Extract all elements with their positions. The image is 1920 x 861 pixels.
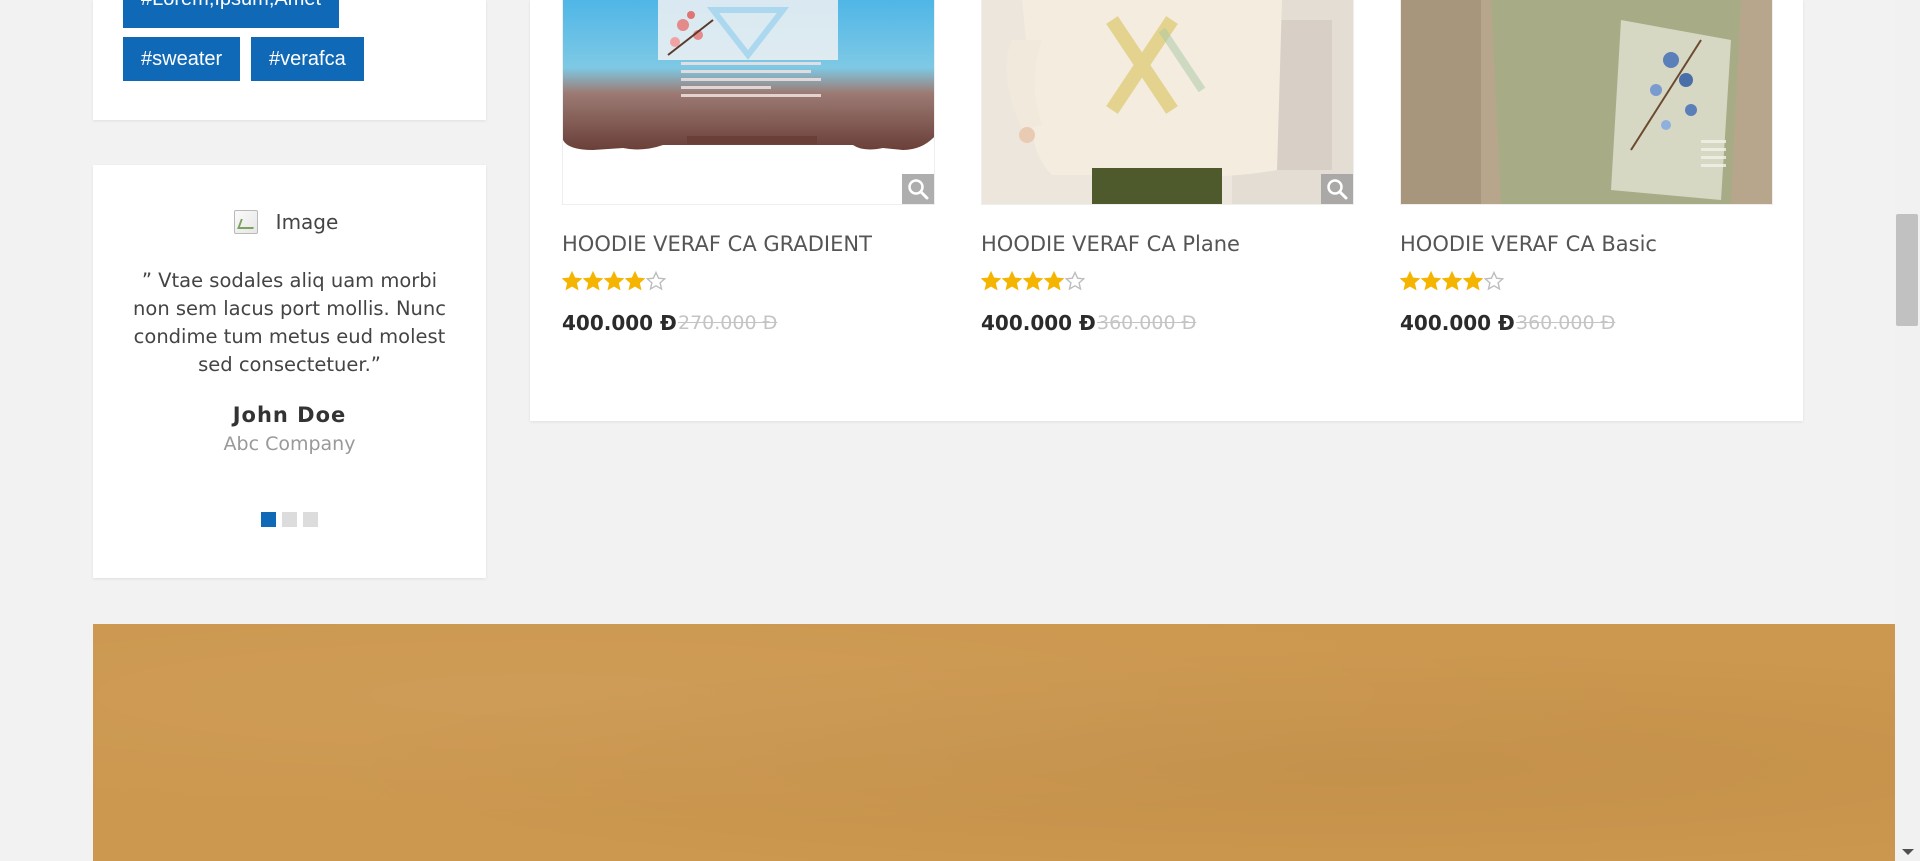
testimonial-widget: Image ” Vtae sodales aliq uam morbi non …	[93, 165, 486, 578]
tag-verafca[interactable]: #verafca	[251, 37, 364, 81]
product-price: 400.000 Đ	[562, 311, 677, 335]
magnifier-icon	[1327, 179, 1348, 200]
product-rating	[981, 271, 1085, 291]
page-scrollbar[interactable]	[1895, 0, 1920, 861]
star-filled-icon	[562, 271, 582, 291]
product-card: HOODIE VERAF CA Plane 400.000 Đ 360.000 …	[981, 0, 1354, 335]
product-image[interactable]	[562, 0, 935, 205]
star-empty-icon	[646, 271, 666, 291]
star-filled-icon	[981, 271, 1001, 291]
star-filled-icon	[1442, 271, 1462, 291]
star-filled-icon	[1421, 271, 1441, 291]
page: #Lorem,Ipsum,Amet #sweater #verafca Imag…	[0, 0, 1920, 861]
testimonial-author-company: Abc Company	[223, 433, 356, 455]
carousel-dot-2[interactable]	[282, 512, 297, 527]
star-filled-icon	[1400, 271, 1420, 291]
product-rating	[1400, 271, 1504, 291]
scrollbar-thumb[interactable]	[1896, 214, 1918, 326]
star-filled-icon	[1002, 271, 1022, 291]
carousel-dot-3[interactable]	[303, 512, 318, 527]
testimonial-image-alt: Image	[275, 210, 339, 234]
product-image[interactable]	[981, 0, 1354, 205]
product-image[interactable]	[1400, 0, 1773, 205]
tag-cloud-widget: #Lorem,Ipsum,Amet #sweater #verafca	[93, 0, 486, 120]
product-name[interactable]: HOODIE VERAF CA Plane	[981, 232, 1240, 256]
magnifier-icon	[908, 179, 929, 200]
product-grid: HOODIE VERAF CA GRADIENT 400.000 Đ 270.0…	[530, 0, 1803, 421]
product-card: HOODIE VERAF CA Basic 400.000 Đ 360.000 …	[1400, 0, 1773, 335]
product-old-price: 360.000 Đ	[1097, 312, 1197, 334]
testimonial-image: Image	[206, 209, 366, 235]
hoodie-gradient-illustration	[563, 0, 934, 204]
tag-lorem-ipsum-amet[interactable]: #Lorem,Ipsum,Amet	[123, 0, 340, 28]
product-price: 400.000 Đ	[981, 311, 1096, 335]
hoodie-plane-illustration	[982, 0, 1353, 204]
tag-sweater[interactable]: #sweater	[123, 37, 241, 81]
product-old-price: 360.000 Đ	[1516, 312, 1616, 334]
testimonial-author-name: John Doe	[232, 403, 347, 427]
product-name[interactable]: HOODIE VERAF CA Basic	[1400, 232, 1657, 256]
promo-banner[interactable]	[93, 624, 1895, 861]
star-filled-icon	[625, 271, 645, 291]
star-empty-icon	[1484, 271, 1504, 291]
star-filled-icon	[1044, 271, 1064, 291]
product-price: 400.000 Đ	[1400, 311, 1515, 335]
zoom-button[interactable]	[1321, 174, 1353, 204]
star-filled-icon	[1463, 271, 1483, 291]
product-rating	[562, 271, 666, 291]
product-name[interactable]: HOODIE VERAF CA GRADIENT	[562, 232, 872, 256]
scroll-down-arrow-icon[interactable]	[1902, 849, 1914, 855]
hoodie-basic-illustration	[1401, 0, 1772, 204]
star-empty-icon	[1065, 271, 1085, 291]
carousel-dots	[261, 512, 318, 527]
zoom-button[interactable]	[902, 174, 934, 204]
product-old-price: 270.000 Đ	[678, 312, 778, 334]
star-filled-icon	[583, 271, 603, 291]
star-filled-icon	[604, 271, 624, 291]
product-card: HOODIE VERAF CA GRADIENT 400.000 Đ 270.0…	[562, 0, 935, 335]
broken-image-icon	[233, 210, 258, 234]
testimonial-quote: ” Vtae sodales aliq uam morbi non sem la…	[133, 269, 446, 376]
carousel-dot-1[interactable]	[261, 512, 276, 527]
star-filled-icon	[1023, 271, 1043, 291]
